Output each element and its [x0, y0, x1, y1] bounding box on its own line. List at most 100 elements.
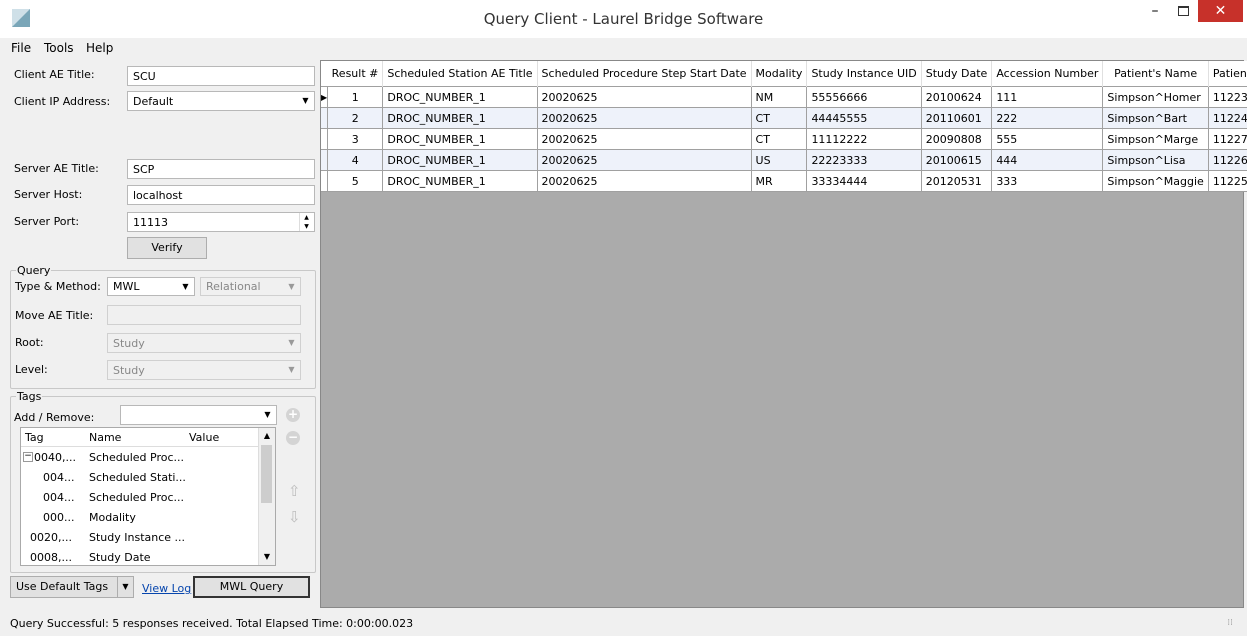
column-tag[interactable]: Tag	[25, 431, 44, 444]
cell[interactable]: 112233	[1207, 86, 1247, 108]
cell[interactable]: 20110601	[920, 107, 993, 129]
cell[interactable]: 20100624	[920, 86, 993, 108]
cell[interactable]: DROC_NUMBER_1	[382, 86, 538, 108]
cell[interactable]: 20020625	[536, 170, 752, 192]
cell[interactable]: CT	[750, 128, 808, 150]
tree-row[interactable]: 004... Scheduled Stati...	[21, 467, 260, 487]
cell[interactable]: 20020625	[536, 107, 752, 129]
column-header[interactable]: Patient ID	[1208, 61, 1247, 87]
cell[interactable]: 111	[991, 86, 1104, 108]
cell[interactable]: NM	[750, 86, 808, 108]
tree-row[interactable]: 004... Scheduled Proc...	[21, 487, 260, 507]
cell[interactable]: 20090808	[920, 128, 993, 150]
port-spinner[interactable]: ▲ ▼	[299, 213, 313, 231]
column-header[interactable]: Scheduled Procedure Step Start Date	[537, 61, 752, 87]
mwl-query-button[interactable]: MWL Query	[193, 576, 310, 598]
cell[interactable]: 112244	[1207, 107, 1247, 129]
cell[interactable]: 5	[327, 170, 384, 192]
tag-tree-scrollbar[interactable]: ▲ ▼	[258, 428, 275, 565]
collapse-icon[interactable]: −	[23, 452, 33, 462]
move-up-icon[interactable]: ⇧	[288, 482, 301, 500]
scroll-down-icon[interactable]: ▼	[259, 549, 275, 565]
column-header[interactable]: Study Date	[921, 61, 993, 87]
table-row[interactable]: 4 DROC_NUMBER_1 20020625 US 22223333 201…	[321, 149, 1247, 171]
tree-row[interactable]: 0008,... Study Date	[21, 547, 260, 565]
cell[interactable]: Simpson^Bart	[1102, 107, 1209, 129]
cell[interactable]: MR	[750, 170, 808, 192]
cell[interactable]: 555	[991, 128, 1104, 150]
column-header[interactable]: Accession Number	[991, 61, 1104, 87]
cell[interactable]: US	[750, 149, 808, 171]
default-tags-dropdown[interactable]: ▼	[117, 576, 134, 598]
cell[interactable]: 20020625	[536, 86, 752, 108]
cell[interactable]: 112255	[1207, 170, 1247, 192]
cell[interactable]: CT	[750, 107, 808, 129]
minimize-button[interactable]: –	[1142, 0, 1168, 22]
table-row[interactable]: 2 DROC_NUMBER_1 20020625 CT 44445555 201…	[321, 107, 1247, 129]
cell[interactable]: DROC_NUMBER_1	[382, 128, 538, 150]
tag-tree[interactable]: Tag Name Value − 0040,... Scheduled Proc…	[20, 427, 276, 566]
cell[interactable]: DROC_NUMBER_1	[382, 170, 538, 192]
resize-grip-icon[interactable]: ⁞⁞	[1227, 618, 1233, 628]
table-row[interactable]: ▶ 1 DROC_NUMBER_1 20020625 NM 55556666 2…	[321, 86, 1247, 108]
column-header[interactable]: Modality	[751, 61, 808, 87]
table-row[interactable]: 5 DROC_NUMBER_1 20020625 MR 33334444 201…	[321, 170, 1247, 192]
cell[interactable]: DROC_NUMBER_1	[382, 149, 538, 171]
cell[interactable]: DROC_NUMBER_1	[382, 107, 538, 129]
view-log-link[interactable]: View Log	[142, 582, 191, 595]
query-type-select[interactable]: MWL ▼	[107, 277, 195, 296]
cell[interactable]: 11112222	[806, 128, 922, 150]
cell[interactable]: 44445555	[806, 107, 922, 129]
table-row[interactable]: 3 DROC_NUMBER_1 20020625 CT 11112222 200…	[321, 128, 1247, 150]
column-name[interactable]: Name	[89, 431, 121, 444]
menu-tools[interactable]: Tools	[44, 41, 74, 55]
cell[interactable]: 444	[991, 149, 1104, 171]
add-remove-select[interactable]: ▼	[120, 405, 277, 425]
column-header[interactable]: Scheduled Station AE Title	[382, 61, 538, 87]
cell[interactable]: 33334444	[806, 170, 922, 192]
add-tag-icon[interactable]: +	[286, 408, 300, 422]
spin-down-icon[interactable]: ▼	[300, 222, 313, 231]
move-down-icon[interactable]: ⇩	[288, 508, 301, 526]
spin-up-icon[interactable]: ▲	[300, 213, 313, 222]
cell[interactable]: 20100615	[920, 149, 993, 171]
column-header[interactable]: Patient's Name	[1102, 61, 1209, 87]
cell[interactable]: 112277	[1207, 128, 1247, 150]
cell[interactable]: 20020625	[536, 149, 752, 171]
cell[interactable]: 20120531	[920, 170, 993, 192]
cell[interactable]: 20020625	[536, 128, 752, 150]
close-button[interactable]: ✕	[1198, 0, 1243, 22]
menu-help[interactable]: Help	[86, 41, 113, 55]
scroll-thumb[interactable]	[261, 445, 272, 503]
server-host-input[interactable]: localhost	[127, 185, 315, 205]
menu-file[interactable]: File	[11, 41, 31, 55]
column-value[interactable]: Value	[189, 431, 219, 444]
column-header[interactable]: Study Instance UID	[806, 61, 922, 87]
cell[interactable]: 112266	[1207, 149, 1247, 171]
server-ae-input[interactable]: SCP	[127, 159, 315, 179]
tree-row[interactable]: 000... Modality	[21, 507, 260, 527]
scroll-up-icon[interactable]: ▲	[259, 428, 275, 444]
results-grid[interactable]: Result # Scheduled Station AE Title Sche…	[320, 60, 1247, 608]
server-port-stepper[interactable]: 11113 ▲ ▼	[127, 212, 315, 232]
cell[interactable]: 4	[327, 149, 384, 171]
cell[interactable]: Simpson^Lisa	[1102, 149, 1209, 171]
maximize-button[interactable]	[1170, 0, 1196, 22]
remove-tag-icon[interactable]: −	[286, 431, 300, 445]
column-header[interactable]: Result #	[327, 61, 384, 87]
cell[interactable]: 55556666	[806, 86, 922, 108]
cell[interactable]: Simpson^Homer	[1102, 86, 1209, 108]
cell[interactable]: 1	[327, 86, 384, 108]
verify-button[interactable]: Verify	[127, 237, 207, 259]
use-default-tags-button[interactable]: Use Default Tags	[10, 576, 118, 598]
client-ae-input[interactable]: SCU	[127, 66, 315, 86]
cell[interactable]: 22223333	[806, 149, 922, 171]
client-ip-select[interactable]: Default ▼	[127, 91, 315, 111]
cell[interactable]: Simpson^Marge	[1102, 128, 1209, 150]
tree-row[interactable]: − 0040,... Scheduled Proc...	[21, 447, 260, 467]
cell[interactable]: 333	[991, 170, 1104, 192]
cell[interactable]: 222	[991, 107, 1104, 129]
cell[interactable]: Simpson^Maggie	[1102, 170, 1209, 192]
cell[interactable]: 3	[327, 128, 384, 150]
tree-row[interactable]: 0020,... Study Instance ...	[21, 527, 260, 547]
